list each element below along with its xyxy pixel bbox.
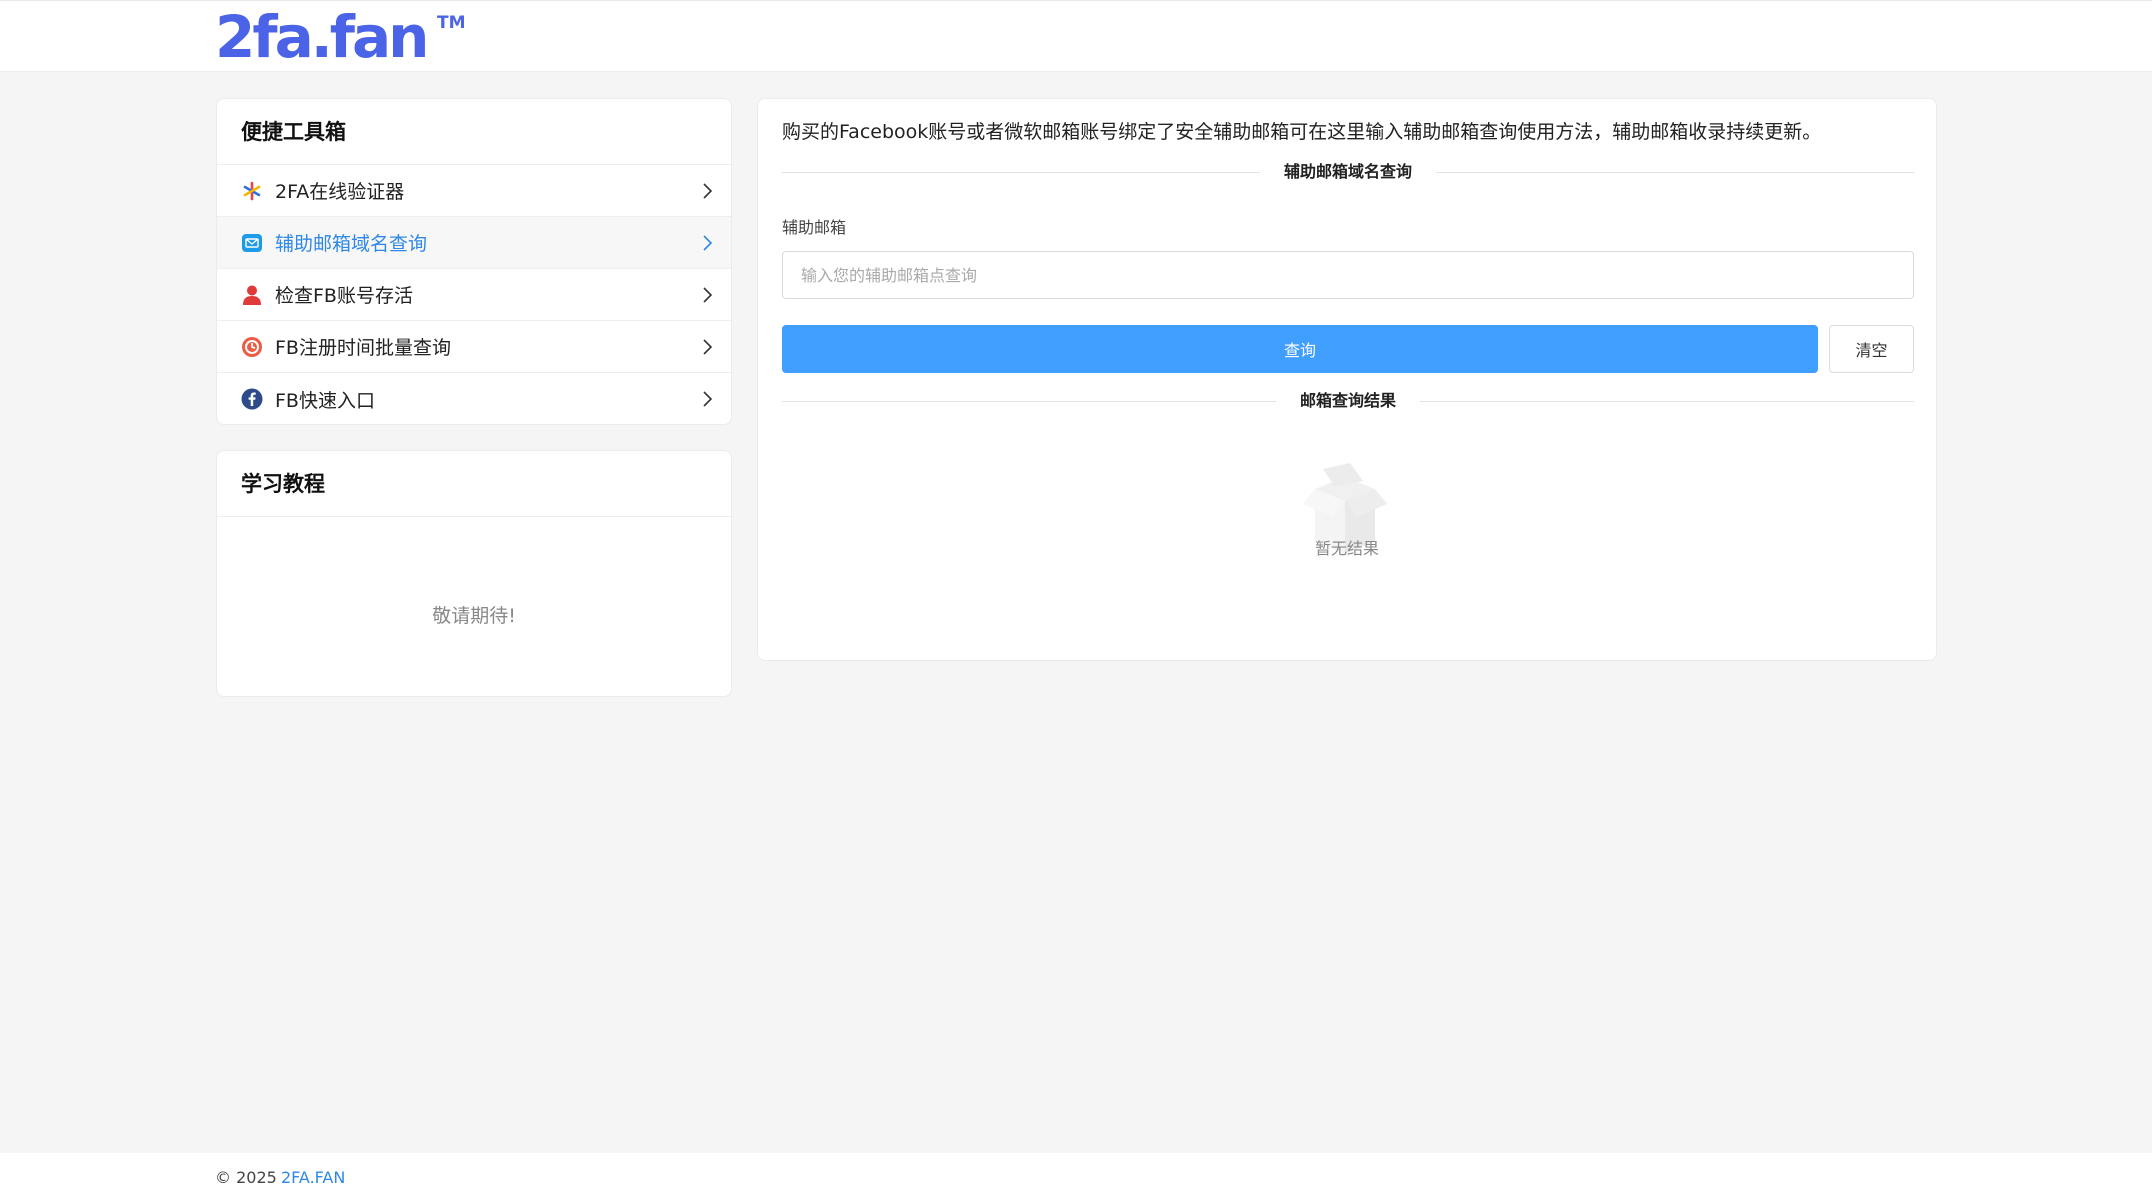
chevron-right-icon [703,287,713,303]
copyright-text: © 2025 [215,1168,277,1187]
tutorial-card: 学习教程 敬请期待! [216,450,732,697]
tool-item-fb-quick-entry[interactable]: FB快速入口 [217,373,731,425]
mail-search-input[interactable] [782,251,1914,299]
user-icon [241,284,263,306]
result-divider: 邮箱查询结果 [782,389,1914,413]
page-footer: © 2025 2FA.FAN [0,1153,2152,1200]
section-divider: 辅助邮箱域名查询 [782,160,1914,184]
site-logo[interactable]: 2fa.fan [215,7,429,67]
mail-lookup-card: 购买的Facebook账号或者微软邮箱账号绑定了安全辅助邮箱可在这里输入辅助邮箱… [757,98,1937,661]
chevron-right-icon [703,183,713,199]
facebook-icon [241,388,263,410]
clock-icon [241,336,263,358]
chevron-right-icon [703,339,713,355]
mail-icon [241,232,263,254]
tool-item-label: 检查FB账号存活 [275,285,413,307]
footer-site-link[interactable]: 2FA.FAN [281,1168,345,1187]
empty-result-text: 暂无结果 [1314,539,1379,558]
tutorial-card-title: 学习教程 [217,451,731,517]
coming-soon-text: 敬请期待! [432,605,516,627]
section-title: 辅助邮箱域名查询 [1259,162,1436,181]
tool-item-label: FB注册时间批量查询 [275,337,451,359]
chevron-right-icon [703,391,713,407]
clear-button[interactable]: 清空 [1829,325,1914,373]
tool-item-label: FB快速入口 [275,389,375,412]
tool-item-label: 2FA在线验证器 [275,181,405,203]
tool-item-mail-domain-lookup[interactable]: 辅助邮箱域名查询 [217,217,731,269]
description-text: 购买的Facebook账号或者微软邮箱账号绑定了安全辅助邮箱可在这里输入辅助邮箱… [782,121,1822,143]
tool-item-fb-account-check[interactable]: 检查FB账号存活 [217,269,731,321]
tools-card-title: 便捷工具箱 [217,99,731,165]
tools-card: 便捷工具箱 2FA在线验证器 辅助邮箱域名查询 检查FB账号存活 FB注册时间批… [216,98,732,425]
top-header: 2fa.fan TM [0,0,2152,72]
asterisk-icon [241,180,263,202]
tool-item-2fa-verifier[interactable]: 2FA在线验证器 [217,165,731,217]
result-title: 邮箱查询结果 [1275,391,1420,410]
chevron-right-icon [703,235,713,251]
field-label: 辅助邮箱 [782,218,847,237]
query-button[interactable]: 查询 [782,325,1818,373]
tool-item-fb-register-time[interactable]: FB注册时间批量查询 [217,321,731,373]
trademark-mark: TM [437,13,466,33]
tool-item-label: 辅助邮箱域名查询 [275,233,428,255]
